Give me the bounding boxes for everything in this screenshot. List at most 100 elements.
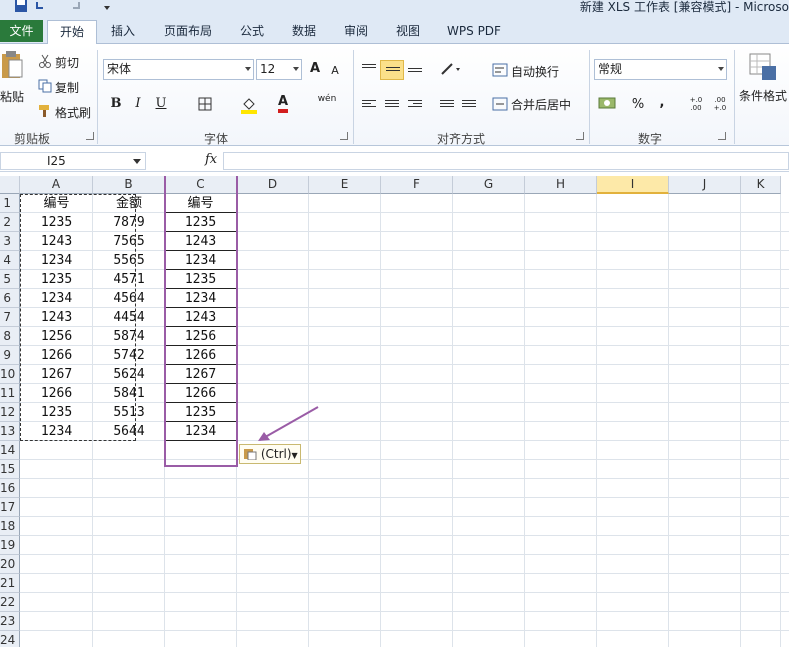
row-header-6[interactable]: 6 (0, 289, 20, 308)
undo-icon[interactable] (34, 0, 48, 14)
spreadsheet-grid[interactable]: ABCDEFGHIJK 1 2 3 4 5 6 7 8 9 10 11 12 13 14 15 16 17 18 1… (0, 176, 789, 647)
name-box[interactable]: I25 (0, 152, 146, 170)
chevron-down-icon: ▼ (291, 451, 298, 460)
cut-button[interactable]: 剪切 (55, 54, 79, 71)
alignment-launcher-icon[interactable] (576, 132, 584, 140)
shrink-font-button[interactable]: A (327, 61, 343, 81)
row-header-11[interactable]: 11 (0, 384, 20, 403)
align-right-icon[interactable] (408, 100, 422, 110)
formula-input[interactable] (223, 152, 789, 170)
select-all-corner[interactable] (0, 176, 20, 194)
row-header-23[interactable]: 23 (0, 612, 20, 631)
phonetic-button[interactable]: wén (316, 94, 338, 114)
percent-button[interactable]: % (630, 95, 646, 115)
row-header-14[interactable]: 14 (0, 441, 20, 460)
currency-icon[interactable] (598, 96, 616, 110)
row-header-5[interactable]: 5 (0, 270, 20, 289)
clipboard-icon[interactable] (0, 50, 24, 80)
row-header-8[interactable]: 8 (0, 327, 20, 346)
tab-wps-pdf[interactable]: WPS PDF (440, 20, 508, 44)
group-label-clipboard: 剪贴板 (14, 132, 51, 146)
column-header-e[interactable]: E (309, 176, 381, 194)
column-header-a[interactable]: A (20, 176, 93, 194)
bold-button[interactable]: B (108, 94, 124, 114)
wrap-text-button[interactable]: 自动换行 (511, 63, 559, 80)
row-header-7[interactable]: 7 (0, 308, 20, 327)
row-header-24[interactable]: 24 (0, 631, 20, 647)
copy-button[interactable]: 复制 (55, 79, 79, 96)
number-format-combo[interactable]: 常规 (594, 59, 727, 80)
row-header-17[interactable]: 17 (0, 498, 20, 517)
tab-view[interactable]: 视图 (387, 20, 429, 44)
paste-button[interactable]: 粘贴 (0, 88, 24, 105)
row-header-1[interactable]: 1 (0, 194, 20, 213)
tab-formulas[interactable]: 公式 (231, 20, 273, 44)
row-header-16[interactable]: 16 (0, 479, 20, 498)
tab-review[interactable]: 审阅 (335, 20, 377, 44)
border-icon[interactable] (198, 97, 212, 111)
font-size-value: 12 (260, 62, 276, 76)
insert-function-icon[interactable]: fx (205, 152, 217, 167)
orientation-icon[interactable] (440, 62, 462, 76)
row-header-19[interactable]: 19 (0, 536, 20, 555)
row-header-2[interactable]: 2 (0, 213, 20, 232)
column-header-g[interactable]: G (453, 176, 525, 194)
scissors-icon (39, 54, 51, 68)
row-header-12[interactable]: 12 (0, 403, 20, 422)
conditional-format-button[interactable]: 条件格式 (739, 87, 787, 104)
redo-icon[interactable] (68, 0, 82, 14)
title-bar: 新建 XLS 工作表 [兼容模式] - Microso (0, 0, 789, 16)
save-icon[interactable] (14, 0, 28, 14)
underline-button[interactable]: U (153, 94, 169, 114)
column-header-h[interactable]: H (525, 176, 597, 194)
row-header-13[interactable]: 13 (0, 422, 20, 441)
font-name-combo[interactable]: 宋体 (103, 59, 254, 80)
comma-button[interactable]: , (656, 93, 668, 113)
tab-insert[interactable]: 插入 (102, 20, 144, 44)
increase-indent-icon[interactable] (462, 100, 476, 110)
column-header-k[interactable]: K (741, 176, 781, 194)
row-header-9[interactable]: 9 (0, 346, 20, 365)
grow-font-button[interactable]: A (307, 59, 323, 79)
row-header-22[interactable]: 22 (0, 593, 20, 612)
row-header-3[interactable]: 3 (0, 232, 20, 251)
tab-file[interactable]: 文件 (0, 20, 43, 42)
highlight-box-column-c (164, 176, 238, 467)
row-header-10[interactable]: 10 (0, 365, 20, 384)
row-header-15[interactable]: 15 (0, 460, 20, 479)
align-center-icon[interactable] (385, 100, 399, 110)
increase-decimal-button[interactable]: +.0 .00 (685, 96, 707, 116)
tab-data[interactable]: 数据 (283, 20, 325, 44)
column-header-i[interactable]: I (597, 176, 669, 194)
clipboard-launcher-icon[interactable] (86, 132, 94, 140)
row-header-21[interactable]: 21 (0, 574, 20, 593)
decrease-decimal-button[interactable]: .00 +.0 (709, 96, 731, 116)
copy-marquee (20, 194, 136, 441)
align-top-icon[interactable] (362, 64, 376, 74)
column-header-f[interactable]: F (381, 176, 453, 194)
font-size-combo[interactable]: 12 (256, 59, 302, 80)
format-painter-button[interactable]: 格式刷 (55, 104, 91, 121)
column-header-d[interactable]: D (237, 176, 309, 194)
tab-page-layout[interactable]: 页面布局 (156, 20, 220, 44)
decrease-indent-icon[interactable] (440, 100, 454, 110)
merge-center-button[interactable]: 合并后居中 (511, 96, 571, 113)
tab-home[interactable]: 开始 (47, 20, 97, 45)
row-header-20[interactable]: 20 (0, 555, 20, 574)
align-middle-button[interactable] (380, 60, 404, 80)
number-launcher-icon[interactable] (718, 132, 726, 140)
column-header-j[interactable]: J (669, 176, 741, 194)
paste-options-button[interactable]: (Ctrl)▼ (239, 444, 301, 464)
italic-button[interactable]: I (130, 94, 146, 114)
chevron-down-icon (133, 159, 141, 164)
column-header-b[interactable]: B (93, 176, 165, 194)
font-launcher-icon[interactable] (340, 132, 348, 140)
align-bottom-icon[interactable] (408, 68, 422, 78)
font-color-button[interactable]: A (274, 92, 292, 113)
row-header-4[interactable]: 4 (0, 251, 20, 270)
gridline (20, 497, 789, 498)
customize-qat-icon[interactable] (100, 0, 114, 14)
fill-bucket-icon[interactable] (240, 96, 258, 114)
row-header-18[interactable]: 18 (0, 517, 20, 536)
align-left-icon[interactable] (362, 100, 376, 110)
